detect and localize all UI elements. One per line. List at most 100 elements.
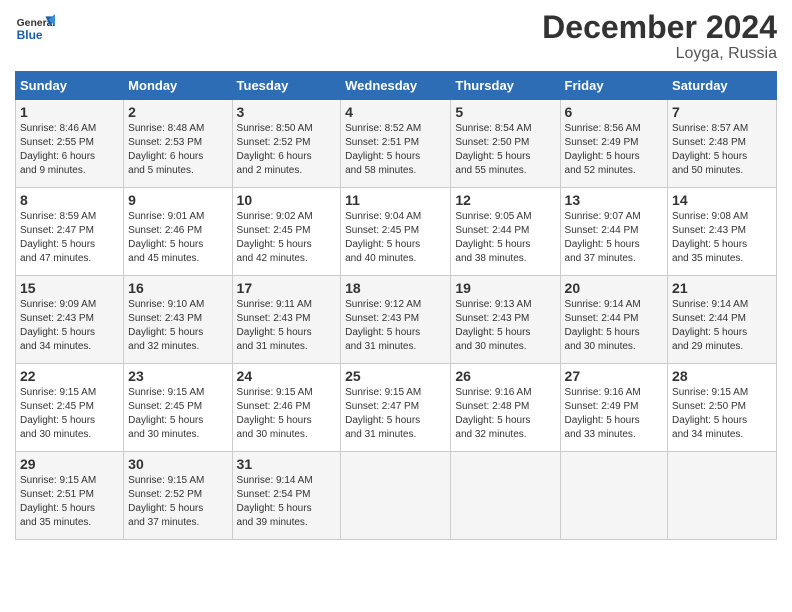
day-number: 22 — [20, 368, 119, 384]
table-row: 5 Sunrise: 8:54 AM Sunset: 2:50 PM Daylig… — [451, 100, 560, 188]
day-info: Sunrise: 9:04 AM Sunset: 2:45 PM Dayligh… — [345, 210, 446, 266]
table-row: 1Sunrise: 8:46 AM Sunset: 2:55 PM Daylig… — [16, 100, 124, 188]
table-row: 2 Sunrise: 8:48 AM Sunset: 2:53 PM Daylig… — [124, 100, 232, 188]
day-number: 18 — [345, 280, 446, 296]
day-info: Sunrise: 8:50 AM Sunset: 2:52 PM Dayligh… — [237, 122, 337, 178]
col-monday: Monday — [124, 72, 232, 100]
day-number: 12 — [455, 192, 555, 208]
day-info: Sunrise: 8:57 AM Sunset: 2:48 PM Dayligh… — [672, 122, 772, 178]
calendar-week-row: 22 Sunrise: 9:15 AM Sunset: 2:45 PM Dayli… — [16, 364, 777, 452]
table-row: 4 Sunrise: 8:52 AM Sunset: 2:51 PM Daylig… — [341, 100, 451, 188]
day-number: 19 — [455, 280, 555, 296]
day-info: Sunrise: 9:16 AM Sunset: 2:49 PM Dayligh… — [565, 386, 664, 442]
day-number: 17 — [237, 280, 337, 296]
table-row: 16 Sunrise: 9:10 AM Sunset: 2:43 PM Dayli… — [124, 276, 232, 364]
day-info: Sunrise: 8:59 AM Sunset: 2:47 PM Dayligh… — [20, 210, 119, 266]
day-number: 14 — [672, 192, 772, 208]
header: General Blue December 2024 Loyga, Russia — [15, 10, 777, 63]
table-row — [341, 452, 451, 540]
table-row: 14 Sunrise: 9:08 AM Sunset: 2:43 PM Dayli… — [668, 188, 777, 276]
location: Loyga, Russia — [542, 45, 777, 63]
calendar-week-row: 29 Sunrise: 9:15 AM Sunset: 2:51 PM Dayli… — [16, 452, 777, 540]
table-row: 28 Sunrise: 9:15 AM Sunset: 2:50 PM Dayli… — [668, 364, 777, 452]
table-row: 23 Sunrise: 9:15 AM Sunset: 2:45 PM Dayli… — [124, 364, 232, 452]
day-number: 20 — [565, 280, 664, 296]
table-row: 11 Sunrise: 9:04 AM Sunset: 2:45 PM Dayli… — [341, 188, 451, 276]
table-row: 12 Sunrise: 9:05 AM Sunset: 2:44 PM Dayli… — [451, 188, 560, 276]
table-row: 13Sunrise: 9:07 AM Sunset: 2:44 PM Dayli… — [560, 188, 668, 276]
day-number: 15 — [20, 280, 119, 296]
day-number: 10 — [237, 192, 337, 208]
table-row: 15 Sunrise: 9:09 AM Sunset: 2:43 PM Dayli… — [16, 276, 124, 364]
title-section: December 2024 Loyga, Russia — [542, 10, 777, 63]
day-info: Sunrise: 9:14 AM Sunset: 2:54 PM Dayligh… — [237, 474, 337, 530]
logo-icon: General Blue — [15, 10, 55, 50]
table-row: 10 Sunrise: 9:02 AM Sunset: 2:45 PM Dayli… — [232, 188, 341, 276]
table-row: 21 Sunrise: 9:14 AM Sunset: 2:44 PM Dayli… — [668, 276, 777, 364]
calendar-week-row: 15 Sunrise: 9:09 AM Sunset: 2:43 PM Dayli… — [16, 276, 777, 364]
day-info: Sunrise: 8:52 AM Sunset: 2:51 PM Dayligh… — [345, 122, 446, 178]
day-number: 1 — [20, 104, 119, 120]
day-info: Sunrise: 9:02 AM Sunset: 2:45 PM Dayligh… — [237, 210, 337, 266]
col-sunday: Sunday — [16, 72, 124, 100]
day-info: Sunrise: 9:15 AM Sunset: 2:51 PM Dayligh… — [20, 474, 119, 530]
day-info: Sunrise: 9:15 AM Sunset: 2:45 PM Dayligh… — [20, 386, 119, 442]
day-info: Sunrise: 9:14 AM Sunset: 2:44 PM Dayligh… — [565, 298, 664, 354]
day-number: 16 — [128, 280, 227, 296]
day-number: 3 — [237, 104, 337, 120]
calendar-table: Sunday Monday Tuesday Wednesday Thursday… — [15, 71, 777, 540]
day-number: 21 — [672, 280, 772, 296]
table-row: 27 Sunrise: 9:16 AM Sunset: 2:49 PM Dayli… — [560, 364, 668, 452]
day-number: 11 — [345, 192, 446, 208]
day-number: 31 — [237, 456, 337, 472]
day-info: Sunrise: 9:15 AM Sunset: 2:50 PM Dayligh… — [672, 386, 772, 442]
table-row: 29 Sunrise: 9:15 AM Sunset: 2:51 PM Dayli… — [16, 452, 124, 540]
table-row — [451, 452, 560, 540]
day-info: Sunrise: 9:15 AM Sunset: 2:52 PM Dayligh… — [128, 474, 227, 530]
table-row: 24Sunrise: 9:15 AM Sunset: 2:46 PM Dayli… — [232, 364, 341, 452]
day-info: Sunrise: 8:54 AM Sunset: 2:50 PM Dayligh… — [455, 122, 555, 178]
day-number: 5 — [455, 104, 555, 120]
day-info: Sunrise: 9:15 AM Sunset: 2:45 PM Dayligh… — [128, 386, 227, 442]
day-info: Sunrise: 9:05 AM Sunset: 2:44 PM Dayligh… — [455, 210, 555, 266]
day-number: 8 — [20, 192, 119, 208]
table-row: 9Sunrise: 9:01 AM Sunset: 2:46 PM Daylig… — [124, 188, 232, 276]
table-row: 30Sunrise: 9:15 AM Sunset: 2:52 PM Dayli… — [124, 452, 232, 540]
day-info: Sunrise: 8:48 AM Sunset: 2:53 PM Dayligh… — [128, 122, 227, 178]
table-row: 18 Sunrise: 9:12 AM Sunset: 2:43 PM Dayli… — [341, 276, 451, 364]
table-row: 20 Sunrise: 9:14 AM Sunset: 2:44 PM Dayli… — [560, 276, 668, 364]
day-number: 23 — [128, 368, 227, 384]
day-info: Sunrise: 9:11 AM Sunset: 2:43 PM Dayligh… — [237, 298, 337, 354]
table-row: 6Sunrise: 8:56 AM Sunset: 2:49 PM Daylig… — [560, 100, 668, 188]
day-number: 7 — [672, 104, 772, 120]
table-row: 26Sunrise: 9:16 AM Sunset: 2:48 PM Dayli… — [451, 364, 560, 452]
col-thursday: Thursday — [451, 72, 560, 100]
day-number: 4 — [345, 104, 446, 120]
day-info: Sunrise: 9:16 AM Sunset: 2:48 PM Dayligh… — [455, 386, 555, 442]
logo: General Blue — [15, 10, 59, 50]
table-row — [668, 452, 777, 540]
col-wednesday: Wednesday — [341, 72, 451, 100]
day-number: 9 — [128, 192, 227, 208]
day-info: Sunrise: 9:09 AM Sunset: 2:43 PM Dayligh… — [20, 298, 119, 354]
table-row: 19 Sunrise: 9:13 AM Sunset: 2:43 PM Dayli… — [451, 276, 560, 364]
day-info: Sunrise: 9:10 AM Sunset: 2:43 PM Dayligh… — [128, 298, 227, 354]
day-number: 29 — [20, 456, 119, 472]
day-number: 2 — [128, 104, 227, 120]
svg-text:Blue: Blue — [17, 28, 43, 42]
page-container: General Blue December 2024 Loyga, Russia… — [0, 0, 792, 550]
calendar-header-row: Sunday Monday Tuesday Wednesday Thursday… — [16, 72, 777, 100]
day-info: Sunrise: 9:15 AM Sunset: 2:47 PM Dayligh… — [345, 386, 446, 442]
table-row: 25Sunrise: 9:15 AM Sunset: 2:47 PM Dayli… — [341, 364, 451, 452]
day-number: 24 — [237, 368, 337, 384]
day-info: Sunrise: 9:14 AM Sunset: 2:44 PM Dayligh… — [672, 298, 772, 354]
day-info: Sunrise: 9:12 AM Sunset: 2:43 PM Dayligh… — [345, 298, 446, 354]
day-number: 28 — [672, 368, 772, 384]
calendar-week-row: 1Sunrise: 8:46 AM Sunset: 2:55 PM Daylig… — [16, 100, 777, 188]
day-info: Sunrise: 9:08 AM Sunset: 2:43 PM Dayligh… — [672, 210, 772, 266]
col-saturday: Saturday — [668, 72, 777, 100]
day-number: 27 — [565, 368, 664, 384]
day-info: Sunrise: 9:13 AM Sunset: 2:43 PM Dayligh… — [455, 298, 555, 354]
table-row: 22 Sunrise: 9:15 AM Sunset: 2:45 PM Dayli… — [16, 364, 124, 452]
table-row — [560, 452, 668, 540]
